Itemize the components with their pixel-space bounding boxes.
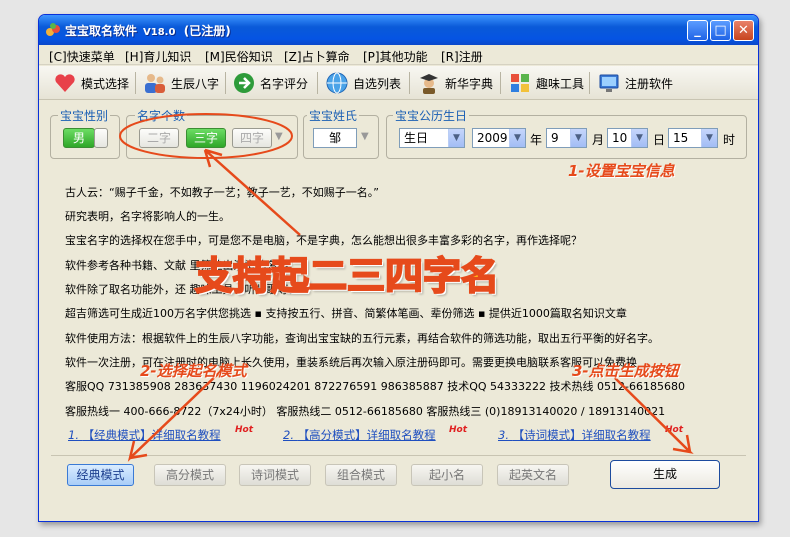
menu-quick[interactable]: [C]快速菜单: [49, 48, 115, 65]
year-select[interactable]: 2009 ▼: [472, 128, 526, 148]
mode-tab-classic[interactable]: 经典模式: [67, 464, 134, 486]
gender-label: 宝宝性别: [58, 107, 111, 124]
heart-icon: [53, 71, 77, 95]
callout-step-2: 2-选择起名模式: [140, 362, 247, 380]
minimize-button[interactable]: _: [687, 20, 708, 41]
hour-select[interactable]: 15 ▼: [668, 128, 718, 148]
surname-label: 宝宝姓氏: [307, 107, 360, 124]
month-select[interactable]: 9 ▼: [546, 128, 587, 148]
menu-parenting[interactable]: [H]育儿知识: [125, 48, 191, 65]
mode-tab-nickname[interactable]: 起小名: [411, 464, 483, 486]
close-button[interactable]: ✕: [733, 20, 754, 41]
toolbar: 模式选择 生辰八字 名字评分 自选列表 新华字典 趣味工具 注册软件: [39, 66, 758, 100]
menu-register[interactable]: [R]注册: [441, 48, 483, 65]
chevron-down-icon: ▼: [509, 129, 525, 147]
tutorial-link-classic[interactable]: 1. 【经典模式】详细取名教程: [68, 427, 221, 443]
gender-male-button[interactable]: 男: [63, 128, 95, 148]
tutorial-link-highscore[interactable]: 2. 【高分模式】详细取名教程: [283, 427, 436, 443]
app-icon: [46, 23, 60, 36]
title-bar: 宝宝取名软件 V18.0 (已注册) _ □ ✕: [39, 15, 758, 45]
name-length-label: 名字个数: [135, 107, 188, 124]
monitor-icon: [597, 71, 621, 95]
info-line: 客服热线一 400-666-8722（7x24小时） 客服热线二 0512-66…: [65, 405, 666, 418]
divider: [51, 455, 746, 456]
menu-other[interactable]: [P]其他功能: [363, 48, 428, 65]
mode-tab-combo[interactable]: 组合模式: [325, 464, 397, 486]
info-line: 超吉筛选可生成近100万名字供您挑选 ▪ 支持按五行、拼音、简繁体笔画、辈份筛选…: [65, 307, 627, 320]
people-icon: [143, 71, 167, 95]
chevron-down-icon: ▼: [631, 129, 647, 147]
info-line: 软件使用方法：根据软件上的生辰八字功能，查询出宝宝缺的五行元素，再结合软件的筛选…: [65, 332, 659, 345]
name-length-four[interactable]: 四字: [232, 128, 272, 148]
gender-toggle[interactable]: [94, 128, 108, 148]
tool-register[interactable]: 注册软件: [597, 70, 673, 96]
maximize-button[interactable]: □: [710, 20, 731, 41]
day-select[interactable]: 10 ▼: [607, 128, 648, 148]
tool-mode-select[interactable]: 模式选择: [53, 70, 129, 96]
mode-tab-poetry[interactable]: 诗词模式: [239, 464, 311, 486]
name-length-three[interactable]: 三字: [186, 128, 226, 148]
tool-bazi[interactable]: 生辰八字: [143, 70, 219, 96]
surname-field[interactable]: 邹: [313, 128, 357, 148]
hot-badge: Hot: [665, 425, 684, 435]
info-line: 研究表明，名字将影响人的一生。: [65, 210, 230, 223]
menu-divination[interactable]: [Z]占卜算命: [284, 48, 350, 65]
globe-icon: [325, 71, 349, 95]
mode-tab-english[interactable]: 起英文名: [497, 464, 569, 486]
chevron-down-icon: ▼: [570, 129, 586, 147]
chevron-down-icon: ▼: [701, 129, 717, 147]
generate-button[interactable]: 生成: [610, 460, 720, 489]
windows-icon: [508, 71, 532, 95]
hot-badge: Hot: [449, 425, 468, 435]
birth-label: 宝宝公历生日: [393, 107, 470, 124]
calendar-select[interactable]: 生日 ▼: [399, 128, 465, 148]
tool-dictionary[interactable]: 新华字典: [417, 70, 493, 96]
tutorial-link-poetry[interactable]: 3. 【诗词模式】详细取名教程: [498, 427, 651, 443]
tool-name-score[interactable]: 名字评分: [232, 70, 308, 96]
callout-step-1: 1-设置宝宝信息: [568, 162, 675, 180]
triangle-down-icon: ▼: [275, 131, 283, 142]
info-panel: 古人云：“赐子千金，不如教子一艺；教子一艺，不如赐子一名。” 研究表明，名字将影…: [58, 174, 738, 446]
info-line: 古人云：“赐子千金，不如教子一艺；教子一艺，不如赐子一名。”: [65, 186, 379, 199]
mode-tab-highscore[interactable]: 高分模式: [154, 464, 226, 486]
callout-step-3: 3-点击生成按钮: [572, 362, 679, 380]
arrow-right-icon: [232, 71, 256, 95]
name-length-two[interactable]: 二字: [139, 128, 179, 148]
triangle-down-icon: ▼: [361, 131, 369, 142]
tool-fun[interactable]: 趣味工具: [508, 70, 584, 96]
chevron-down-icon: ▼: [448, 129, 464, 147]
menu-bar: [C]快速菜单 [H]育儿知识 [M]民俗知识 [Z]占卜算命 [P]其他功能 …: [39, 45, 758, 65]
menu-folk[interactable]: [M]民俗知识: [205, 48, 273, 65]
callout-name-length: 支持起二三四字名: [194, 253, 500, 299]
hot-badge: Hot: [235, 425, 254, 435]
scholar-icon: [417, 71, 441, 95]
tool-custom-list[interactable]: 自选列表: [325, 70, 401, 96]
window-title: 宝宝取名软件 V18.0 (已注册): [65, 24, 231, 38]
